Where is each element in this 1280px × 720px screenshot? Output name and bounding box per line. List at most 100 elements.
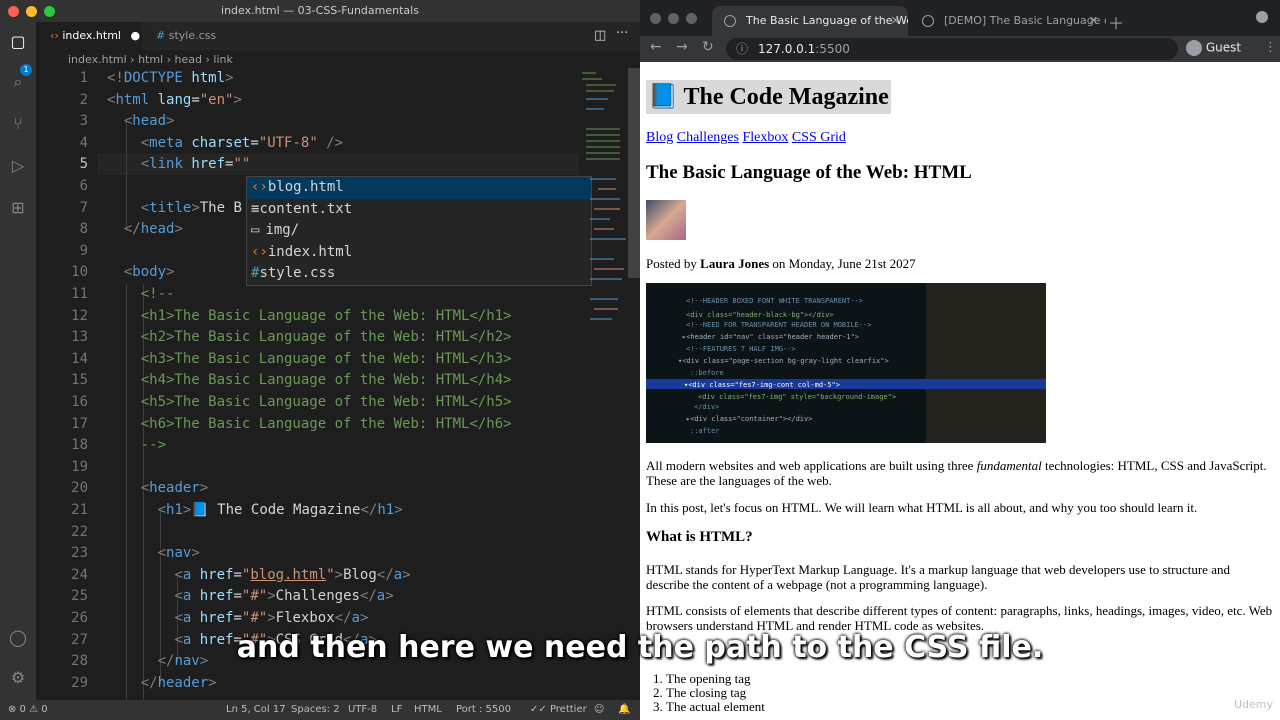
code-line[interactable]: <h2>The Basic Language of the Web: HTML<… — [107, 329, 512, 345]
line-number: 17 — [71, 415, 88, 432]
code-line[interactable]: <!-- — [107, 286, 175, 302]
nav-link-flexbox[interactable]: Flexbox — [742, 130, 788, 145]
line-number: 25 — [71, 588, 88, 605]
suggestion-item[interactable]: ‹›blog.html — [247, 177, 591, 199]
info-icon[interactable]: ⓘ — [736, 38, 748, 60]
code-line[interactable]: <body> — [107, 264, 175, 280]
eol-setting[interactable]: LF — [391, 700, 402, 720]
line-number: 16 — [71, 394, 88, 410]
code-line[interactable]: <h3>The Basic Language of the Web: HTML<… — [107, 351, 512, 367]
explorer-icon[interactable]: ▢ — [8, 32, 28, 52]
modified-dot-icon[interactable]: ● — [130, 29, 140, 42]
notifications-bell-icon[interactable]: 🔔 — [618, 700, 630, 720]
settings-gear-icon[interactable]: ⚙ — [8, 668, 28, 688]
minimize-window-button[interactable] — [26, 6, 37, 17]
more-actions-icon[interactable]: ··· — [616, 26, 628, 41]
tab-index-html[interactable]: ‹› index.html ● — [36, 22, 142, 50]
code-line[interactable]: <meta charset="UTF-8" /> — [107, 135, 343, 151]
tab-search-icon[interactable] — [1256, 11, 1268, 23]
breadcrumb-item[interactable]: head — [175, 53, 202, 66]
maximize-window-button[interactable] — [686, 13, 697, 24]
line-number: 6 — [79, 178, 88, 194]
code-line[interactable]: <html lang="en"> — [107, 92, 242, 108]
video-subtitle: and then here we need the path to the CS… — [236, 630, 1044, 665]
prettier-status[interactable]: ✓✓ Prettier — [530, 700, 587, 720]
code-line[interactable]: <title>The B — [107, 200, 242, 216]
author-name: Laura Jones — [700, 256, 770, 271]
forward-icon[interactable]: → — [676, 39, 688, 55]
feedback-icon[interactable]: ☺ — [594, 700, 604, 720]
browser-tab-active[interactable]: The Basic Language of the Web ✕ — [712, 6, 908, 36]
nav-link-css-grid[interactable]: CSS Grid — [792, 130, 846, 145]
run-debug-icon[interactable]: ▷ — [8, 156, 28, 176]
code-line[interactable]: <head> — [107, 113, 175, 129]
live-server-port[interactable]: Port : 5500 — [456, 700, 511, 720]
minimap[interactable] — [578, 68, 630, 338]
nav-link-challenges[interactable]: Challenges — [677, 130, 739, 145]
svg-text:::before: ::before — [690, 369, 724, 377]
line-number: 4 — [79, 134, 88, 151]
code-line[interactable]: <a href="#">Challenges</a> — [107, 588, 393, 604]
line-number: 18 — [71, 437, 88, 454]
suggestion-item[interactable]: ≡content.txt — [247, 199, 591, 221]
indentation-setting[interactable]: Spaces: 2 — [291, 700, 340, 720]
editor-scrollbar-thumb[interactable] — [628, 68, 640, 278]
search-icon[interactable]: ⌕ — [8, 72, 28, 92]
emphasis: fundamental — [976, 458, 1042, 473]
code-line[interactable]: <h4>The Basic Language of the Web: HTML<… — [107, 372, 512, 388]
code-line[interactable]: <h1>The Basic Language of the Web: HTML<… — [107, 308, 512, 324]
svg-text:▾<div class="fes7-img-cont col: ▾<div class="fes7-img-cont col-md-5"> — [684, 381, 840, 389]
split-editor-icon[interactable]: ◫ — [594, 28, 606, 43]
suggestion-item[interactable]: ‹›index.html — [247, 242, 591, 264]
breadcrumb: index.html › html › head › link — [68, 53, 233, 66]
close-tab-icon[interactable]: ✕ — [1089, 6, 1098, 36]
code-line[interactable]: <!DOCTYPE html> — [107, 70, 233, 86]
code-line[interactable]: <a href="#">Flexbox</a> — [107, 610, 368, 626]
code-line[interactable]: <a href="blog.html">Blog</a> — [107, 567, 410, 583]
section-heading: What is HTML? — [646, 529, 753, 545]
close-tab-icon[interactable]: ✕ — [891, 6, 900, 36]
minimize-window-button[interactable] — [668, 13, 679, 24]
language-mode[interactable]: HTML — [414, 700, 442, 720]
browser-tab[interactable]: [DEMO] The Basic Language of ✕ — [910, 6, 1106, 36]
suggestion-item[interactable]: ▭ img/ — [247, 220, 591, 242]
close-window-button[interactable] — [8, 6, 19, 17]
encoding-setting[interactable]: UTF-8 — [348, 700, 377, 720]
nav-link-blog[interactable]: Blog — [646, 130, 673, 145]
suggestion-item[interactable]: #style.css — [247, 263, 591, 285]
folder-icon: ▭ — [251, 222, 260, 239]
url-port: :5500 — [815, 42, 850, 56]
code-line[interactable]: </head> — [107, 221, 183, 237]
code-line[interactable]: <h5>The Basic Language of the Web: HTML<… — [107, 394, 512, 410]
close-window-button[interactable] — [650, 13, 661, 24]
breadcrumb-item[interactable]: html — [138, 53, 163, 66]
breadcrumb-item[interactable]: index.html — [68, 53, 127, 66]
back-icon[interactable]: ← — [650, 39, 662, 55]
html-file-icon: ‹› — [251, 243, 268, 260]
code-line[interactable]: </header> — [107, 675, 217, 691]
extensions-icon[interactable]: ⊞ — [8, 198, 28, 218]
address-bar[interactable]: ⓘ 127.0.0.1:5500 — [726, 38, 1178, 60]
code-editor[interactable]: 1 <!DOCTYPE html> 2 <html lang="en"> 3 <head… — [36, 68, 578, 704]
breadcrumb-item[interactable]: link — [213, 53, 232, 66]
code-line[interactable]: --> — [107, 437, 166, 453]
line-number: 21 — [71, 502, 88, 518]
vscode-window: index.html — 03-CSS-Fundamentals ▢ 1 ⌕ ⑂… — [0, 0, 640, 720]
svg-text:</div>: </div> — [694, 403, 719, 411]
cursor-position[interactable]: Ln 5, Col 17 — [226, 700, 286, 720]
code-line[interactable]: <link href="" — [107, 156, 251, 172]
browser-menu-icon[interactable]: ⋮ — [1264, 40, 1277, 55]
code-line[interactable]: <header> — [107, 480, 208, 496]
new-tab-icon[interactable]: ＋ — [1108, 10, 1124, 34]
css-file-icon: # — [156, 29, 166, 42]
profile-button[interactable]: Guest — [1186, 40, 1241, 56]
reload-icon[interactable]: ↻ — [702, 39, 714, 55]
intro-paragraph: All modern websites and web applications… — [646, 458, 1274, 488]
problems-indicator[interactable]: ⊗ 0 ⚠ 0 — [8, 700, 48, 720]
tab-style-css[interactable]: # style.css — [142, 22, 238, 50]
source-control-icon[interactable]: ⑂ — [8, 114, 28, 134]
code-line[interactable]: <h6>The Basic Language of the Web: HTML<… — [107, 416, 512, 432]
code-line[interactable]: <nav> — [107, 545, 200, 561]
code-line[interactable]: <h1>📘 The Code Magazine</h1> — [107, 502, 403, 518]
maximize-window-button[interactable] — [44, 6, 55, 17]
